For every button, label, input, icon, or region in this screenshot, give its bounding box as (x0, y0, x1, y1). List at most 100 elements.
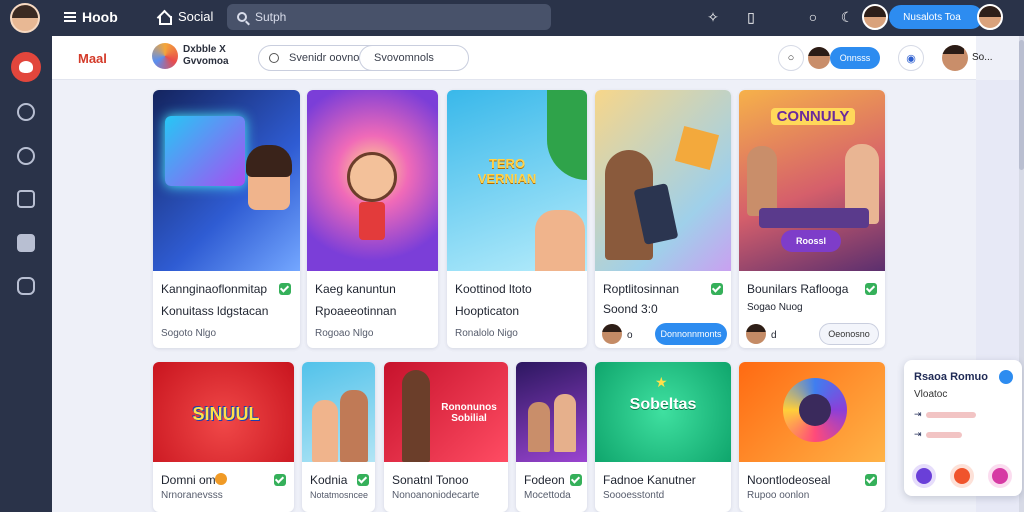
card-subtitle: Konuitass ldgstacan (161, 304, 269, 318)
game-card[interactable]: CONNULY Roossl Bounilars Raflooga Sogao … (739, 90, 885, 348)
verified-icon (357, 474, 369, 486)
card-art-table (759, 208, 869, 228)
card-art (307, 90, 438, 271)
card-art-logo-center (799, 394, 831, 426)
verified-icon (865, 283, 877, 295)
badge-icon (215, 473, 227, 485)
panel-subtitle: Vloatoc (914, 389, 948, 400)
card-art: Rononunos Sobilial (384, 362, 508, 462)
profile-avatar[interactable] (10, 3, 40, 33)
creator-avatar[interactable] (746, 324, 766, 344)
card-art (739, 362, 885, 462)
card-subtitle: Sogao Nuog (747, 302, 803, 313)
card-secondary-button[interactable]: Oeonosno (819, 323, 879, 345)
card-art-body (359, 202, 385, 240)
creator-label: o (627, 330, 633, 341)
nav-social[interactable]: Social (157, 9, 214, 25)
chat-icon[interactable] (17, 103, 35, 121)
sub-header: Maal Dxbble X Gvvomoa Svenidr oovnos Svo… (52, 36, 993, 80)
game-card[interactable]: Noontlodeoseal Rupoo oonlon (739, 362, 885, 512)
user-label[interactable]: So... (972, 52, 993, 63)
brand-text: Dxbble X Gvvomoa (183, 44, 229, 68)
game-card[interactable]: Kodnia Notatmosncee (302, 362, 375, 512)
card-meta: Nonoanoniodecarte (392, 490, 480, 501)
card-secondary-label: Oeonosno (828, 329, 870, 339)
top-bar: Hoob Social Sutph ✧ ▯ ○ ☾ Nusalots Toa (0, 0, 1024, 36)
panel-row-bar (926, 432, 962, 438)
verified-icon (865, 474, 877, 486)
brand-name: Hoob (82, 9, 118, 25)
card-art-title: Rononunos Sobilial (441, 402, 497, 424)
page-title: Maal (78, 51, 107, 66)
join-button[interactable]: Onnsss (830, 47, 880, 69)
quick-panel[interactable]: Rsaoa Romuo Vloatoc ⇥ ⇥ (904, 360, 1022, 496)
search-input[interactable]: Sutph (227, 4, 551, 30)
card-meta: Notatmosncee (310, 490, 369, 500)
message-icon[interactable] (17, 277, 35, 295)
search-icon (269, 53, 279, 63)
game-card[interactable]: TERO VERNIAN Koottinod ltoto Hoopticaton… (447, 90, 587, 348)
gamepad-icon[interactable]: ✧ (705, 9, 721, 25)
account-avatar[interactable] (977, 4, 1003, 30)
search-icon[interactable]: ○ (805, 9, 821, 25)
notification-icon[interactable]: ◉ (898, 45, 924, 71)
card-action-label: Donnonnmonts (660, 329, 722, 339)
user-avatar[interactable] (942, 45, 968, 71)
card-art-person (747, 146, 777, 216)
game-card[interactable]: ★ Sobeltas Fadnoe Kanutner Soooesstontd (595, 362, 731, 512)
card-art-person (528, 402, 550, 452)
panel-row-bar (926, 412, 976, 418)
verified-icon (279, 283, 291, 295)
game-card[interactable]: Kannginaoflonmitap Konuitass ldgstacan S… (153, 90, 300, 348)
card-art-person (340, 390, 368, 462)
creator-avatar[interactable] (602, 324, 622, 344)
share-icon[interactable] (999, 370, 1013, 384)
game-card[interactable]: Fodeon Mocettoda (516, 362, 587, 512)
creator-label: d (771, 330, 777, 341)
verified-icon (570, 474, 582, 486)
game-card[interactable]: SINUUL Domni om Nrnoranevsss (153, 362, 294, 512)
card-subtitle: Soond 3:0 (603, 302, 658, 316)
search-icon[interactable]: ○ (778, 45, 804, 71)
panel-video-button[interactable] (950, 464, 974, 488)
friend-avatar[interactable] (808, 47, 830, 69)
brand[interactable]: Hoob (64, 9, 118, 25)
user-avatar[interactable] (862, 4, 888, 30)
moon-icon[interactable]: ☾ (839, 9, 855, 25)
card-art-screen (165, 116, 245, 186)
card-art-title: TERO VERNIAN (477, 156, 537, 186)
sidebar (0, 36, 52, 512)
card-art (595, 90, 731, 271)
brand-line-1: Dxbble X (183, 44, 226, 55)
card-title: Fadnoe Kanutner (603, 473, 696, 487)
card-art: SINUUL (153, 362, 294, 462)
panel-media-button[interactable] (988, 464, 1012, 488)
card-action-button[interactable]: Donnonnmonts (655, 323, 727, 345)
app-logo-icon[interactable] (11, 52, 41, 82)
game-card[interactable]: Rononunos Sobilial Sonatnl Tonoo Nonoano… (384, 362, 508, 512)
card-title: Koottinod ltoto (455, 282, 532, 296)
document-icon[interactable] (17, 190, 35, 208)
card-title: Kodnia (310, 473, 348, 487)
game-card[interactable]: Kaeg kanuntun Rpoaeeotinnan Rogoao Nlgo (307, 90, 438, 348)
card-meta: Soooesstontd (603, 490, 665, 501)
brand-line-2: Gvvomoa (183, 56, 229, 67)
panel-chat-button[interactable] (912, 464, 936, 488)
action-pill-label: Nusalots Toa (903, 11, 961, 23)
nav-social-label: Social (178, 9, 214, 24)
filter-field-2[interactable]: Svovomnols (359, 45, 469, 71)
card-play-button[interactable]: Roossl (781, 230, 841, 252)
stats-icon[interactable]: ▯ (743, 9, 759, 25)
search-placeholder: Sutph (255, 10, 287, 24)
compass-icon[interactable] (17, 147, 35, 165)
scrollbar-thumb[interactable] (1019, 40, 1024, 170)
card-meta: Ronalolo Nigo (455, 328, 518, 339)
action-pill-button[interactable]: Nusalots Toa (889, 5, 983, 29)
menu-icon[interactable] (64, 12, 76, 22)
folder-icon[interactable] (17, 234, 35, 252)
card-art: TERO VERNIAN (447, 90, 587, 271)
card-art (153, 90, 300, 271)
game-card[interactable]: Roptlitosinnan Soond 3:0 o Donnonnmonts (595, 90, 731, 348)
card-title: Kannginaoflonmitap (161, 282, 268, 296)
card-title: Bounilars Raflooga (747, 282, 849, 296)
